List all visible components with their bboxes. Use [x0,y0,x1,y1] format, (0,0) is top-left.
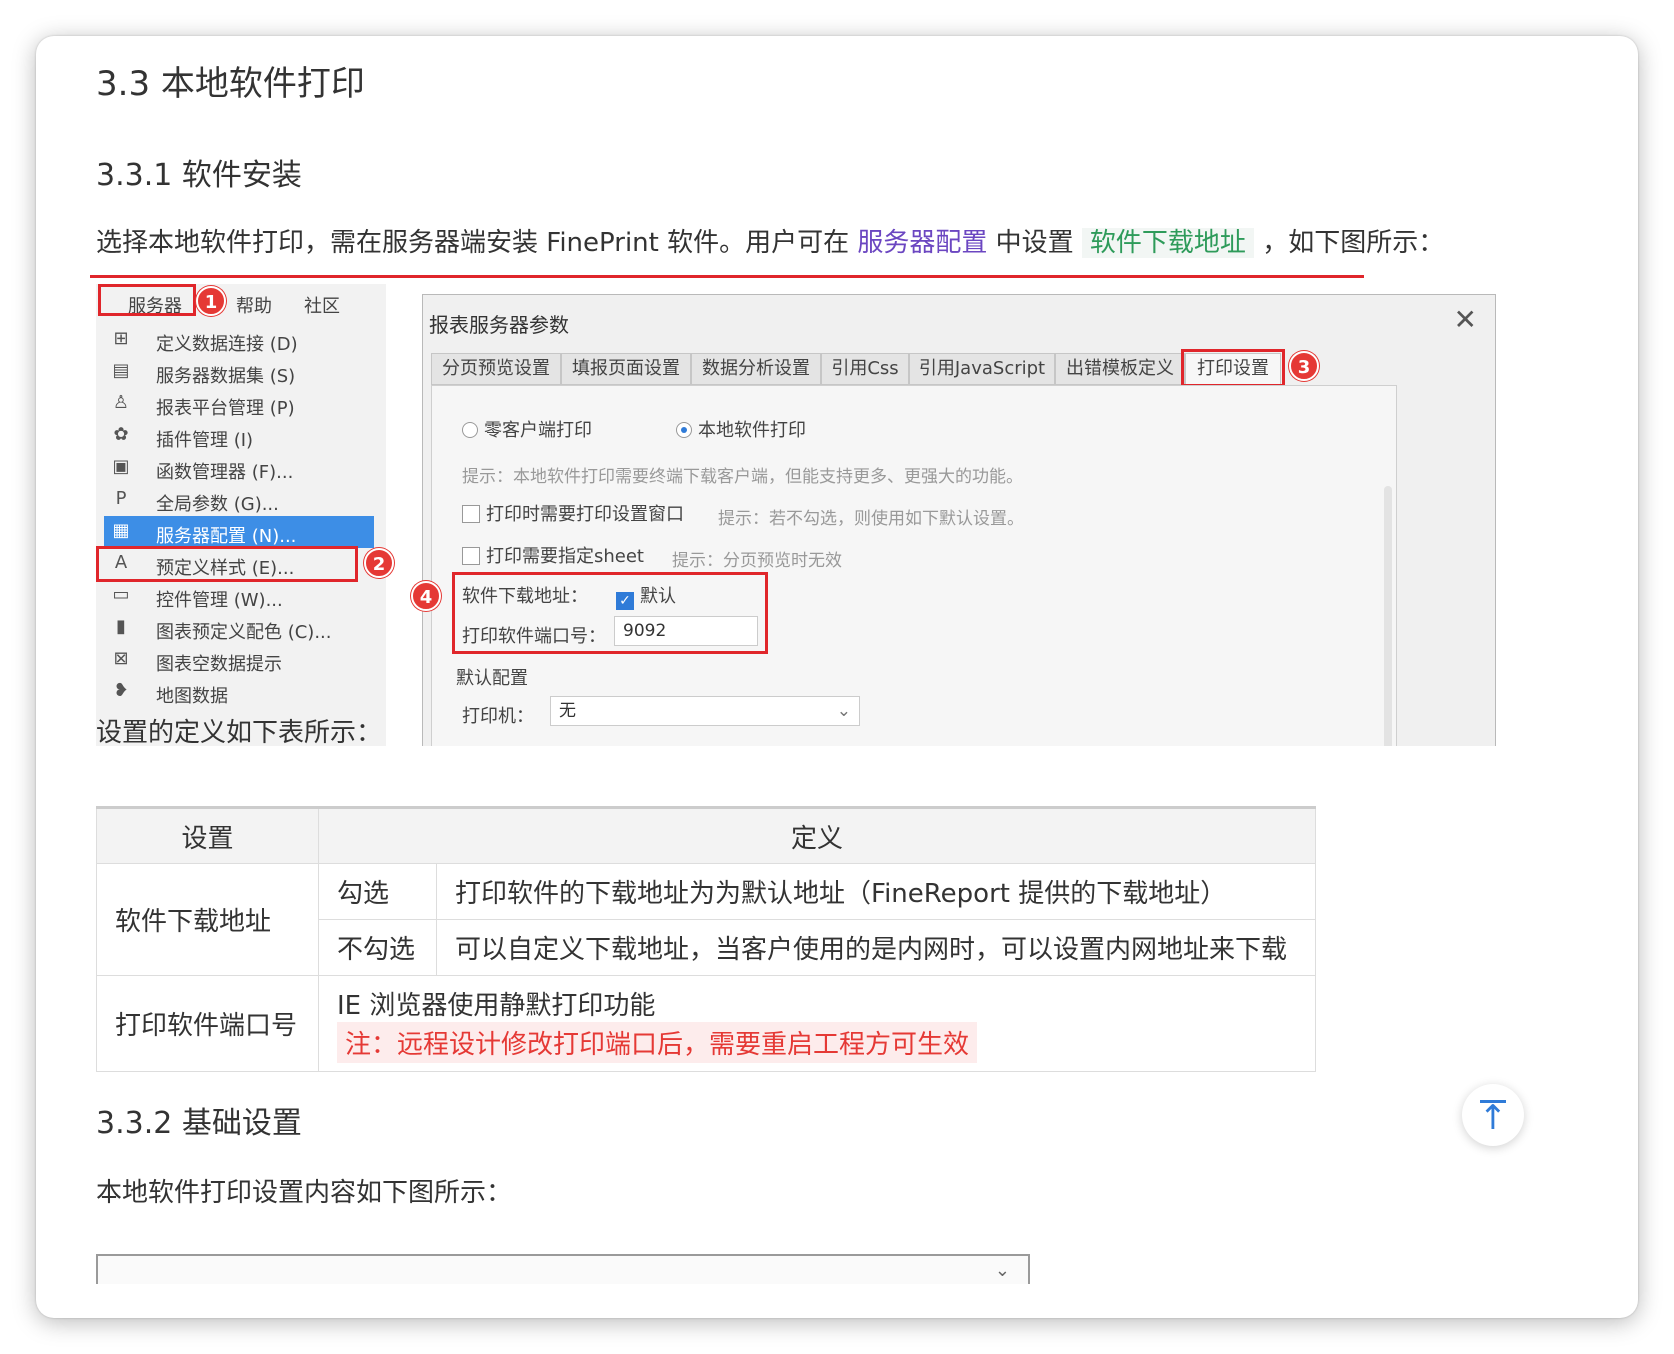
menu-item-label: 图表空数据提示 [156,654,282,675]
header-setting: 设置 [96,806,319,864]
step-badge-4: 4 [411,581,441,611]
menu-item-label: 定义数据连接 (D) [156,334,298,355]
back-to-top-button[interactable]: ↑ [1462,1084,1524,1146]
widget-icon: ▭ [112,584,130,605]
dialog-title: 报表服务器参数 [429,313,569,337]
hint-print-dialog: 提示：若不勾选，则使用如下默认设置。 [718,509,1024,529]
tab-error-template[interactable]: 出错模板定义 [1055,353,1185,385]
cell-download-address: 软件下载地址 [96,863,319,976]
menu-item-label: 插件管理 (I) [156,430,254,451]
print-settings-panel: 零客户端打印 本地软件打印 提示：本地软件打印需要终端下载客户端，但能支持更多、… [431,385,1397,746]
default-config-label: 默认配置 [456,668,528,689]
server-config-icon: ▦ [112,520,130,541]
print-settings-select[interactable]: ⌄ [96,1254,1030,1284]
datasource-icon: ⊞ [113,328,129,349]
menu-item-label: 服务器数据集 (S) [156,366,296,387]
scrollbar[interactable] [1384,486,1392,746]
printer-select[interactable]: 无 ⌄ [550,696,860,726]
menu-item-server-config[interactable]: ▦ 服务器配置 (N)... [104,516,374,548]
checkbox-print-dialog[interactable]: 打印时需要打印设置窗口 [462,500,684,526]
highlight-underline [90,275,1364,278]
cell-option-unchecked: 不勾选 [318,919,437,976]
cell-port-definition: IE 浏览器使用静默打印功能 注：远程设计修改打印端口后，需要重启工程方可生效 [318,975,1316,1072]
menu-item-label: 地图数据 [156,686,228,707]
chart-color-icon: ▮ [116,616,126,637]
radio-zero-client[interactable]: 零客户端打印 [462,416,592,442]
checkbox-specify-sheet[interactable]: 打印需要指定sheet [462,542,644,568]
menu-item-empty-data[interactable]: ⊠ 图表空数据提示 [104,644,374,676]
param-icon: P [115,488,127,509]
menu-help[interactable]: 帮助 [236,292,272,318]
section-title: 3.3 本地软件打印 [96,64,365,104]
tab-css[interactable]: 引用Css [821,353,909,385]
menu-item-label: 服务器配置 (N)... [156,526,297,547]
printer-label: 打印机： [462,706,534,727]
menu-item-label: 图表预定义配色 (C)... [156,622,332,643]
cell-def-checked: 打印软件的下载地址为为默认地址（FineReport 提供的下载地址） [436,863,1316,920]
basic-intro: 本地软件打印设置内容如下图所示： [96,1178,513,1208]
menu-item-label: 控件管理 (W)... [156,590,283,611]
server-config-link[interactable]: 服务器配置 [857,228,987,258]
chevron-down-icon: ⌄ [836,701,851,721]
header-definition: 定义 [318,806,1316,864]
subsection-title-basic: 3.3.2 基础设置 [96,1106,302,1141]
cell-option-checked: 勾选 [318,863,437,920]
menu-item-label: 报表平台管理 (P) [156,398,295,419]
cell-def-unchecked: 可以自定义下载地址，当客户使用的是内网时，可以设置内网地址来下载 [436,919,1316,976]
function-icon: ▣ [112,456,130,477]
port-note: 注：远程设计修改打印端口后，需要重启工程方可生效 [337,1021,978,1063]
step-badge-3: 3 [1289,351,1319,381]
plugin-icon: ✿ [113,424,129,445]
tab-fill-page[interactable]: 填报页面设置 [561,353,691,385]
table-row: 软件下载地址 勾选 打印软件的下载地址为为默认地址（FineReport 提供的… [96,863,1316,976]
highlight-box-3 [1181,349,1285,387]
menu-item-param[interactable]: P 全局参数 (G)... [104,484,374,516]
close-icon[interactable]: ✕ [1454,303,1477,336]
menu-item-label: 函数管理器 (F)... [156,462,294,483]
server-params-dialog: 报表服务器参数 ✕ 分页预览设置 填报页面设置 数据分析设置 引用Css 引用J… [411,294,1496,746]
menu-item-plugin[interactable]: ✿ 插件管理 (I) [104,420,374,452]
radio-local-software[interactable]: 本地软件打印 [676,416,806,442]
menu-item-widget[interactable]: ▭ 控件管理 (W)... [104,580,374,612]
tab-paging-preview[interactable]: 分页预览设置 [431,353,561,385]
server-menu: 服务器 帮助 社区 ⊞ 定义数据连接 (D) ▤ 服务器数据集 (S) ♙ 报表平台管理 … [96,284,386,746]
menu-item-chart-color[interactable]: ▮ 图表预定义配色 (C)... [104,612,374,644]
step-badge-1: 1 [196,286,226,316]
cell-print-port: 打印软件端口号 [96,975,319,1072]
subsection-title-install: 3.3.1 软件安装 [96,158,302,193]
tab-javascript[interactable]: 引用JavaScript [909,353,1055,385]
menu-item-label: 全局参数 (G)... [156,494,279,515]
menu-item-user[interactable]: ♙ 报表平台管理 (P) [104,388,374,420]
table-header-row: 设置 定义 [96,806,1316,864]
port-def-text: IE 浏览器使用静默打印功能 [337,990,656,1021]
menu-item-function[interactable]: ▣ 函数管理器 (F)... [104,452,374,484]
step-badge-2: 2 [364,548,394,578]
hint-local-print: 提示：本地软件打印需要终端下载客户端，但能支持更多、更强大的功能。 [462,467,1023,487]
menu-item-datasource[interactable]: ⊞ 定义数据连接 (D) [104,324,374,356]
hint-sheet: 提示：分页预览时无效 [672,551,842,571]
intro-paragraph: 选择本地软件打印，需在服务器端安装 FinePrint 软件。用户可在 服务器配… [96,228,1445,258]
definition-table: 设置 定义 软件下载地址 勾选 打印软件的下载地址为为默认地址（FineRepo… [96,806,1316,1072]
document-page: 3.3 本地软件打印 3.3.1 软件安装 选择本地软件打印，需在服务器端安装 … [36,36,1638,1318]
empty-data-icon: ⊠ [113,648,129,669]
menu-community[interactable]: 社区 [304,292,340,318]
highlight-box-1 [98,284,196,316]
table-row: 打印软件端口号 IE 浏览器使用静默打印功能 注：远程设计修改打印端口后，需要重… [96,975,1316,1072]
menu-item-map[interactable]: ❥ 地图数据 [104,676,374,708]
menu-item-dataset[interactable]: ▤ 服务器数据集 (S) [104,356,374,388]
chevron-down-icon: ⌄ [994,1260,1010,1281]
tab-data-analysis[interactable]: 数据分析设置 [691,353,821,385]
download-address-link[interactable]: 软件下载地址 [1081,228,1254,258]
highlight-box-4 [452,572,768,654]
map-icon: ❥ [113,680,129,701]
dataset-icon: ▤ [112,360,130,381]
table-intro: 设置的定义如下表所示： [96,718,383,748]
highlight-box-2 [96,546,358,582]
user-icon: ♙ [112,392,130,413]
config-screenshot: 服务器 帮助 社区 ⊞ 定义数据连接 (D) ▤ 服务器数据集 (S) ♙ 报表平台管理 … [96,284,1496,746]
